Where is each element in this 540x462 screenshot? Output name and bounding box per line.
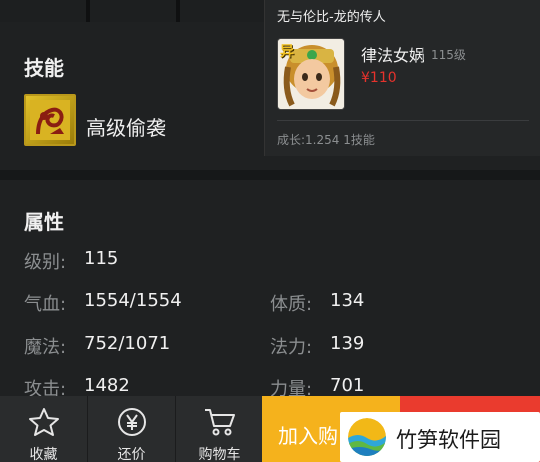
tab-shopping-cart-label: 购物车 <box>198 447 241 462</box>
attr-label-hp: 气血: <box>24 294 67 315</box>
attr-value-level: 115 <box>84 248 119 269</box>
skill-name: 高级偷袭 <box>86 116 166 140</box>
tab-counter-offer[interactable]: 还价 <box>88 396 176 462</box>
tab-favorite[interactable]: 收藏 <box>0 396 88 462</box>
attr-value-attack: 1482 <box>84 375 130 396</box>
attr-label-magic: 法力: <box>270 337 313 358</box>
watermark-text: 竹笋软件园 <box>396 428 501 452</box>
attr-value-hp: 1554/1554 <box>84 290 182 311</box>
top-strip-segment <box>180 0 266 22</box>
yen-circle-icon <box>116 406 148 442</box>
attr-label-constitution: 体质: <box>270 294 313 315</box>
watermark-logo <box>348 418 386 456</box>
skills-title: 技能 <box>24 56 64 80</box>
popup-title: 无与伦比-龙的传人 <box>277 10 386 25</box>
tab-counter-offer-label: 还价 <box>117 447 146 462</box>
attr-value-mp: 752/1071 <box>84 333 171 354</box>
attr-value-strength: 701 <box>330 375 365 396</box>
attr-label-mp: 魔法: <box>24 337 67 358</box>
star-icon <box>28 406 60 442</box>
popup-divider <box>277 120 529 121</box>
pet-popup[interactable]: 无与伦比-龙的传人 异 律法女娲 | 115级 ¥110 成长:1.254 1技… <box>264 0 540 156</box>
popup-footer: 成长:1.254 1技能 <box>277 133 375 147</box>
add-to-cart-label: 加入购 <box>278 424 338 448</box>
pet-badge: 异 <box>280 44 294 60</box>
tab-shopping-cart[interactable]: 购物车 <box>176 396 264 462</box>
sneak-attack-skill-icon[interactable] <box>24 94 76 146</box>
pet-separator: | <box>421 46 426 60</box>
tab-favorite-label: 收藏 <box>29 447 58 462</box>
pet-level: 115级 <box>431 48 466 62</box>
top-strip-segment <box>0 0 86 22</box>
pet-price: ¥110 <box>361 70 397 86</box>
attributes-title: 属性 <box>24 210 64 234</box>
pet-name: 律法女娲 <box>361 46 426 65</box>
attr-value-magic: 139 <box>330 333 365 354</box>
top-strip-segment <box>90 0 176 22</box>
attr-value-constitution: 134 <box>330 290 365 311</box>
watermark: 竹笋软件园 <box>340 412 540 462</box>
shopping-cart-icon <box>203 406 237 442</box>
attr-label-level: 级别: <box>24 252 67 273</box>
pet-avatar[interactable]: 异 <box>277 38 345 110</box>
